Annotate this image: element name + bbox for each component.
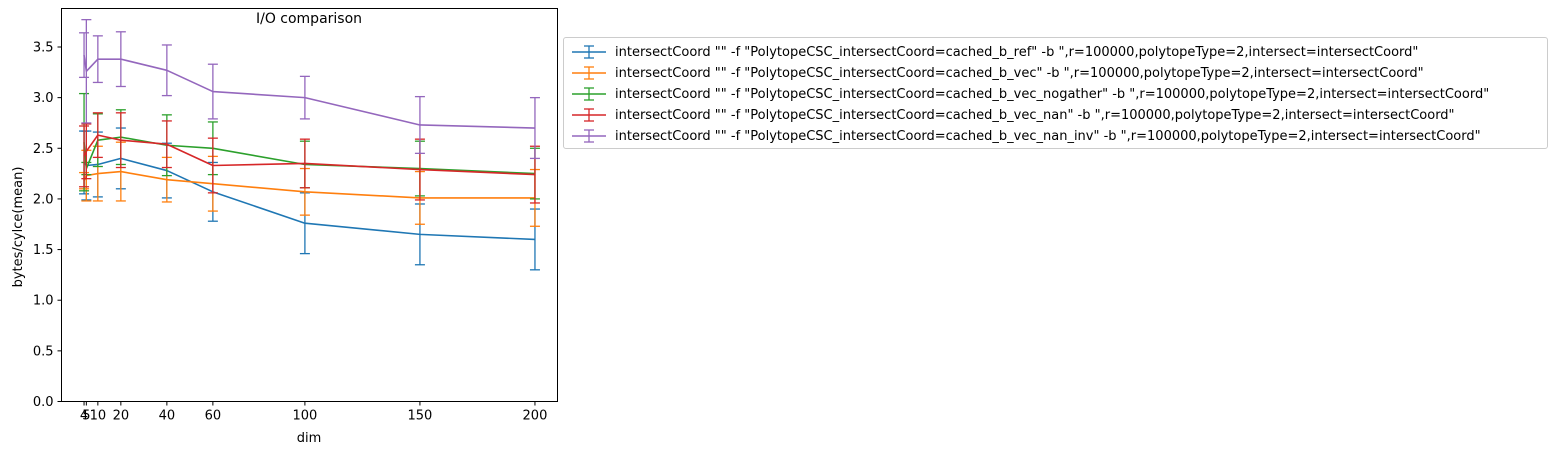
error-bar: [81, 18, 92, 124]
legend-item: intersectCoord "" -f "PolytopeCSC_inters…: [570, 84, 1489, 104]
chart-title: I/O comparison: [256, 11, 362, 27]
y-tick-label: 0.5: [33, 344, 54, 359]
error-bar: [79, 125, 90, 188]
y-axis-ticks: 0.0 0.5 1.0 1.5 2.0 2.5 3.0 3.5: [33, 40, 62, 410]
series-1: [79, 127, 540, 271]
y-tick-label: 2.0: [33, 192, 54, 207]
x-tick-label: 200: [523, 409, 548, 424]
legend-swatch: [572, 129, 606, 143]
series-layer: [79, 18, 540, 271]
legend: intersectCoord "" -f "PolytopeCSC_inters…: [563, 37, 1548, 149]
legend-item: intersectCoord "" -f "PolytopeCSC_inters…: [570, 126, 1481, 146]
x-tick-label: 40: [159, 409, 176, 424]
legend-swatch: [572, 87, 606, 101]
legend-swatch: [572, 66, 606, 80]
series-5: [79, 18, 540, 160]
error-bar: [81, 123, 92, 180]
x-tick-label: 10: [90, 409, 107, 424]
series-line: [83, 54, 535, 129]
x-tick-label: 100: [292, 409, 317, 424]
legend-swatch: [572, 108, 606, 122]
y-tick-label: 3.0: [33, 91, 54, 106]
series-line: [83, 170, 535, 199]
legend-label: intersectCoord "" -f "PolytopeCSC_inters…: [615, 44, 1419, 60]
y-tick-label: 0.0: [33, 395, 54, 410]
x-axis-ticks: 45 10 20 40 60 100 150 200: [80, 401, 548, 424]
y-tick-label: 1.5: [33, 243, 54, 258]
y-tick-label: 2.5: [33, 142, 54, 157]
legend-item: intersectCoord "" -f "PolytopeCSC_inters…: [570, 63, 1424, 83]
x-tick-label: 150: [408, 409, 433, 424]
series-3: [79, 92, 540, 200]
x-axis-label: dim: [297, 431, 322, 446]
y-tick-label: 1.0: [33, 294, 54, 309]
legend-label: intersectCoord "" -f "PolytopeCSC_inters…: [615, 86, 1490, 102]
series-2: [79, 141, 540, 227]
y-tick-label: 3.5: [33, 40, 54, 55]
legend-label: intersectCoord "" -f "PolytopeCSC_inters…: [615, 65, 1424, 81]
legend-item: intersectCoord "" -f "PolytopeCSC_inters…: [570, 105, 1455, 125]
error-bar: [161, 44, 172, 97]
legend-swatch: [572, 45, 606, 59]
y-axis-label: bytes/cylce(mean): [11, 167, 26, 288]
plot-frame: [61, 8, 558, 402]
x-tick-label: 60: [205, 409, 222, 424]
legend-label: intersectCoord "" -f "PolytopeCSC_inters…: [615, 128, 1481, 144]
x-tick-label: 20: [113, 409, 130, 424]
legend-label: intersectCoord "" -f "PolytopeCSC_inters…: [615, 107, 1455, 123]
legend-item: intersectCoord "" -f "PolytopeCSC_inters…: [570, 42, 1418, 62]
